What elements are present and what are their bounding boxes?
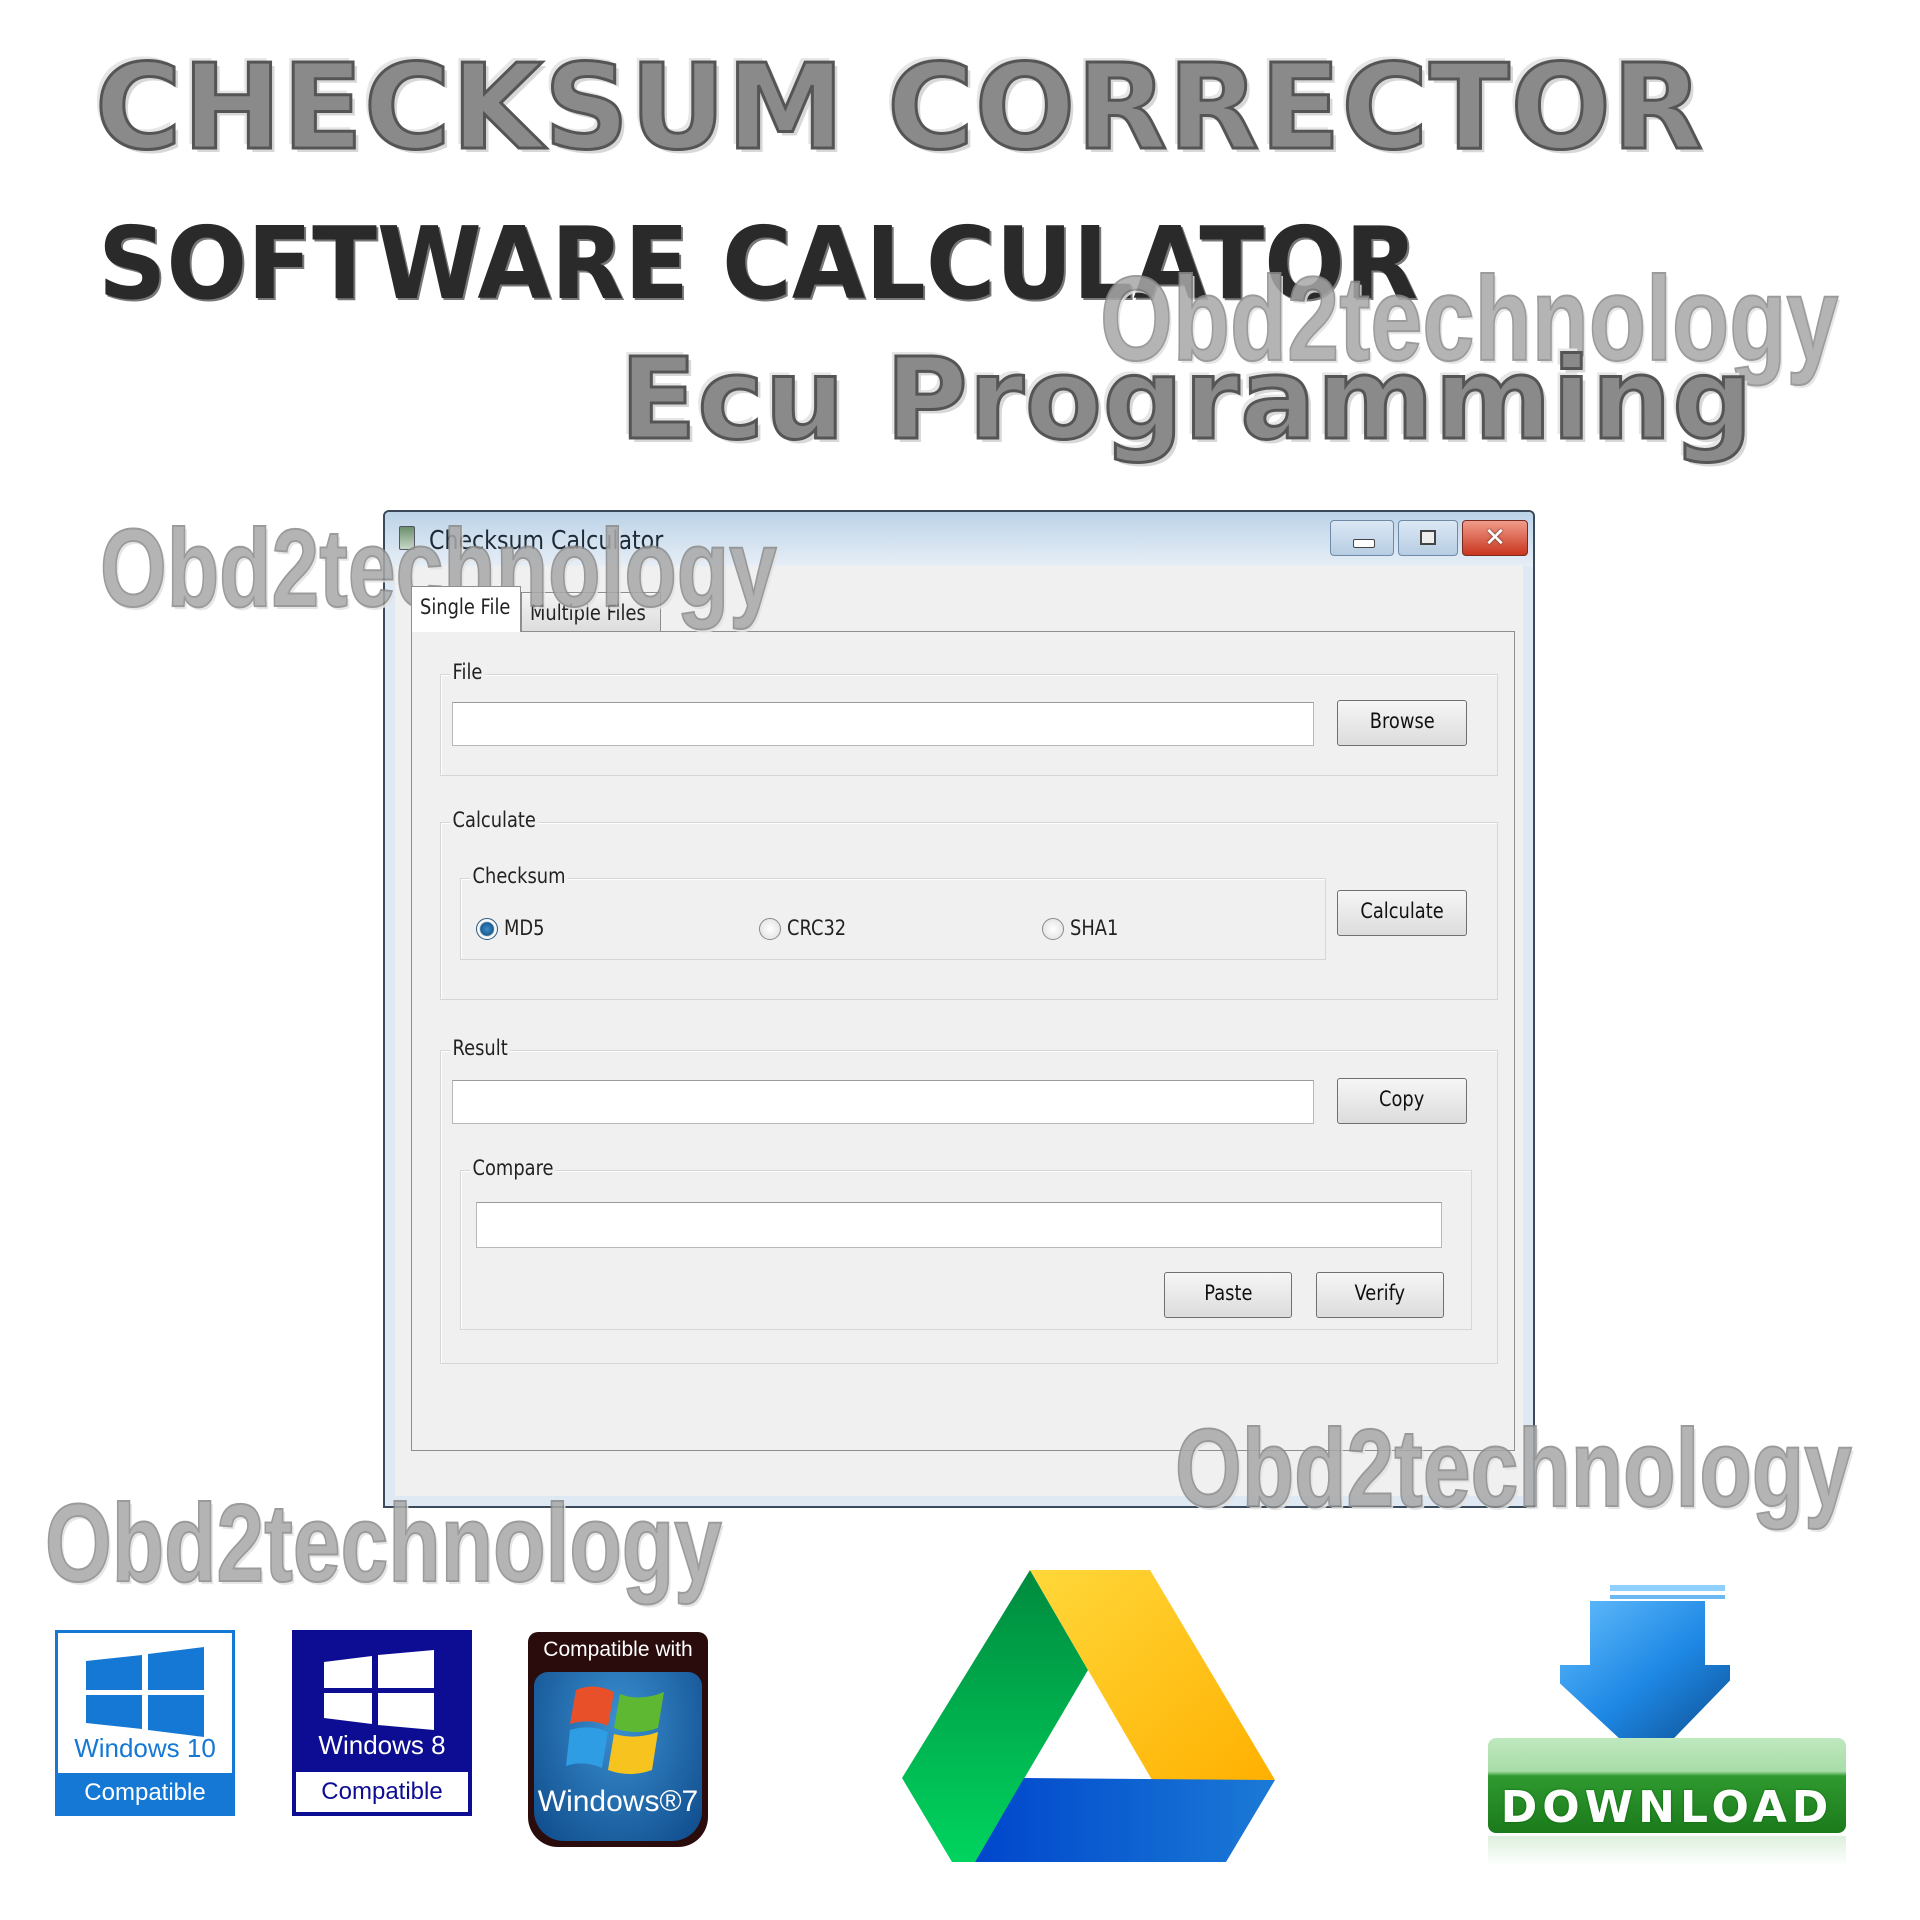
radio-sha1[interactable] (1042, 918, 1064, 940)
calculate-label: Calculate (1360, 899, 1444, 923)
file-path-input[interactable] (452, 702, 1314, 746)
verify-button[interactable]: Verify (1316, 1272, 1444, 1318)
radio-crc32-label[interactable]: CRC32 (787, 916, 846, 940)
windows8-name: Windows 8 (318, 1730, 446, 1760)
verify-label: Verify (1354, 1281, 1406, 1305)
maximize-icon (1420, 530, 1436, 545)
calculate-group-label: Calculate (450, 808, 539, 832)
windows7-compatible-badge: Compatible with Windows®7 (528, 1632, 708, 1847)
close-icon: ✕ (1484, 523, 1506, 553)
single-file-panel: File Browse Calculate Checksum MD5 CRC32… (411, 631, 1515, 1451)
paste-button[interactable]: Paste (1164, 1272, 1292, 1318)
window-client-area: Single File Multiple Files File Browse C… (395, 566, 1523, 1496)
headline-ecu-programming: Ecu Programming (619, 334, 1755, 467)
minimize-icon (1353, 539, 1375, 548)
windows10-footer: Compatible (58, 1773, 232, 1813)
tab-label: Single File (420, 595, 511, 619)
download-button[interactable]: DOWNLOAD (1488, 1738, 1846, 1833)
radio-md5-label[interactable]: MD5 (504, 916, 545, 940)
tab-single-file[interactable]: Single File (411, 586, 521, 632)
windows10-logo-icon (86, 1647, 204, 1737)
file-group-label: File (450, 660, 485, 684)
radio-sha1-label[interactable]: SHA1 (1070, 916, 1118, 940)
result-group-label: Result (450, 1036, 511, 1060)
watermark-right-bottom: Obd2technology (1174, 1406, 1852, 1531)
windows8-logo-icon (324, 1650, 434, 1730)
checksum-calculator-window: Checksum Calculator ✕ Single File Multip… (383, 510, 1535, 1508)
calculate-button[interactable]: Calculate (1337, 890, 1467, 936)
compare-input[interactable] (476, 1202, 1442, 1248)
windows7-header: Compatible with (543, 1638, 693, 1661)
download-reflection (1488, 1836, 1846, 1866)
compare-group-label: Compare (470, 1156, 557, 1180)
windows8-footer: Compatible (296, 1772, 468, 1812)
windows10-name: Windows 10 (74, 1733, 216, 1763)
download-label: DOWNLOAD (1500, 1782, 1834, 1833)
paste-label: Paste (1203, 1281, 1253, 1305)
radio-md5[interactable] (476, 918, 498, 940)
headline-checksum-corrector: CHECKSUM CORRECTOR (94, 37, 1705, 178)
google-drive-icon[interactable] (900, 1570, 1320, 1870)
windows7-name: Windows®7 (537, 1785, 699, 1818)
copy-button[interactable]: Copy (1337, 1078, 1467, 1124)
checksum-group-label: Checksum (470, 864, 569, 888)
drive-blue-segment (975, 1778, 1275, 1862)
browse-label: Browse (1369, 709, 1435, 733)
windows8-compatible-badge: Windows 8 Compatible (292, 1630, 472, 1816)
copy-label: Copy (1379, 1087, 1425, 1111)
radio-crc32[interactable] (759, 918, 781, 940)
close-button[interactable]: ✕ (1462, 520, 1528, 556)
windows10-compatible-badge: Windows 10 Compatible (55, 1630, 235, 1816)
maximize-button[interactable] (1398, 520, 1458, 556)
minimize-button[interactable] (1330, 520, 1394, 556)
checksum-group (460, 878, 1326, 960)
windows7-flag-icon (566, 1686, 664, 1774)
windows7-panel: Windows®7 (534, 1672, 702, 1841)
watermark-left-bottom: Obd2technology (44, 1481, 722, 1606)
result-output-field[interactable] (452, 1080, 1314, 1124)
browse-button[interactable]: Browse (1337, 700, 1467, 746)
